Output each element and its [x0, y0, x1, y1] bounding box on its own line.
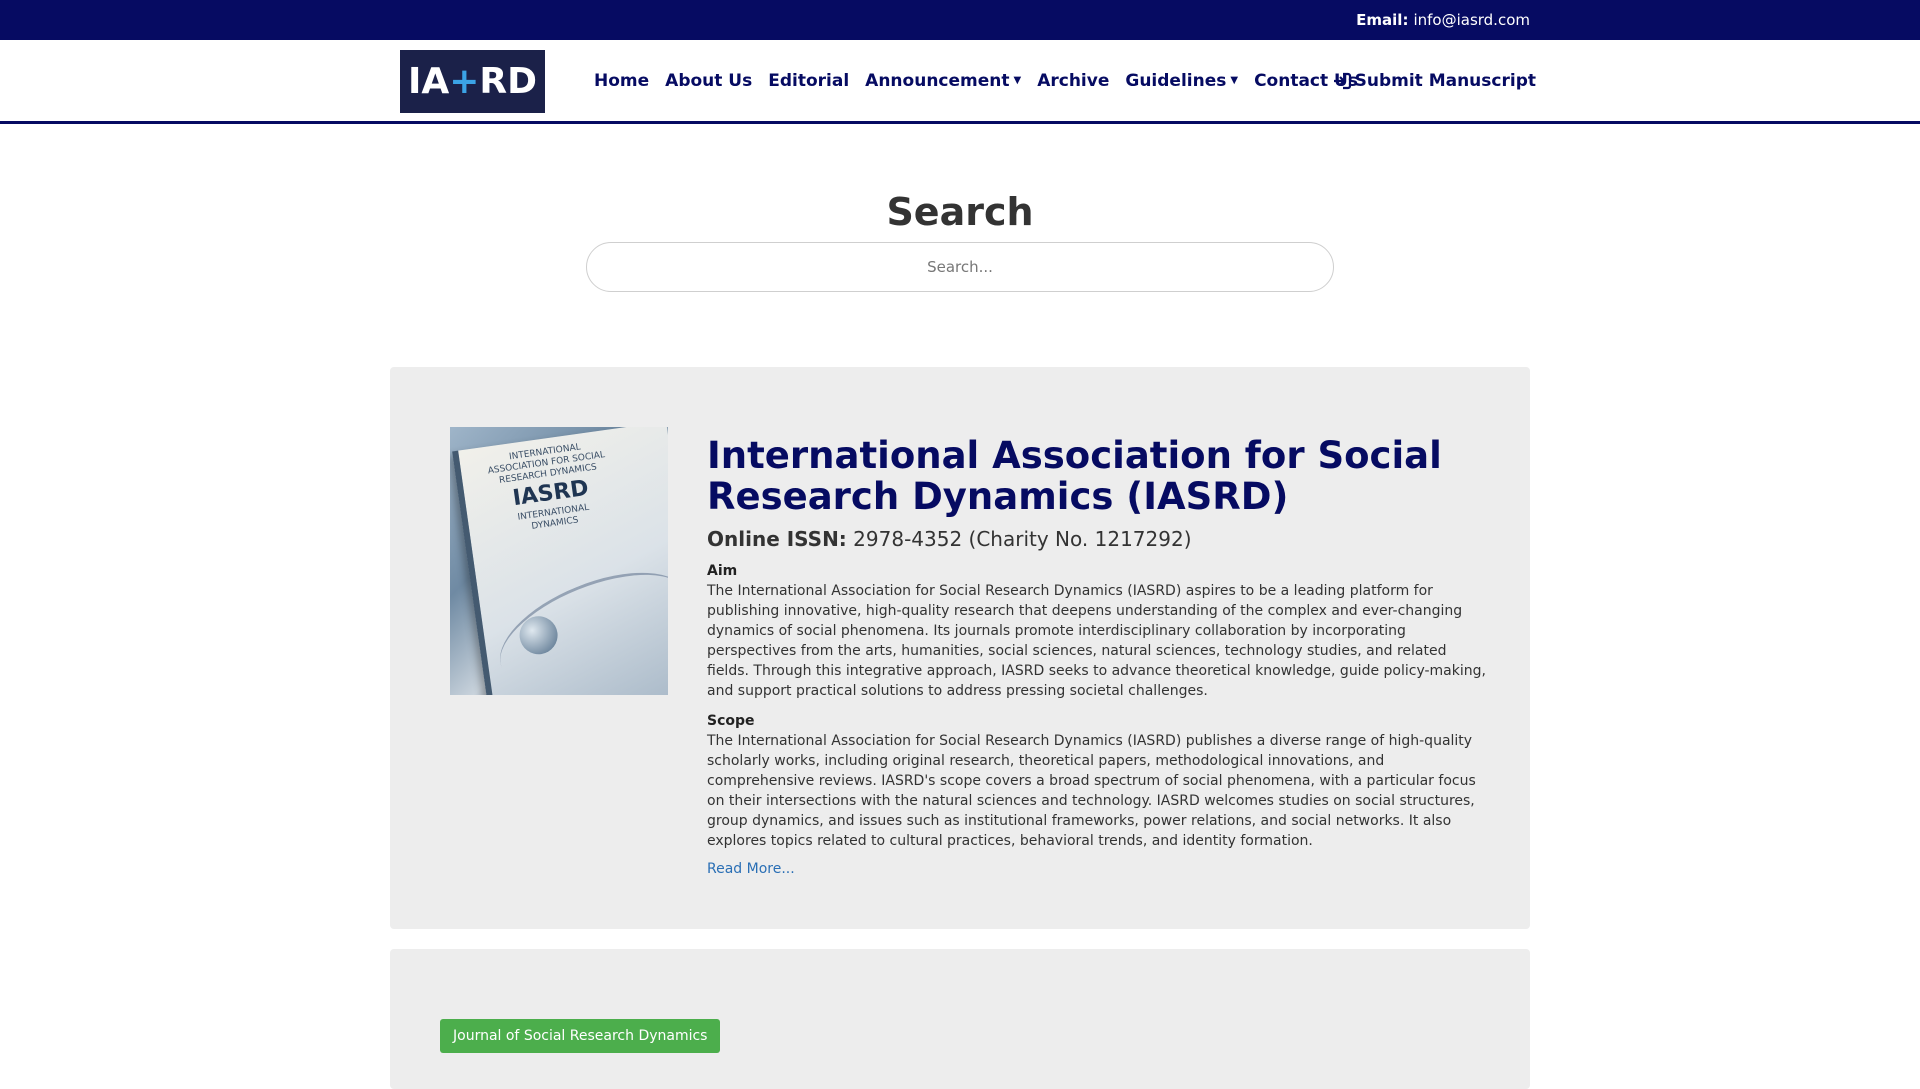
cover-wave	[484, 549, 668, 695]
association-card: INTERNATIONAL ASSOCIATION FOR SOCIAL RES…	[390, 367, 1530, 929]
nav-guidelines-label: Guidelines	[1125, 70, 1227, 91]
cover-text: INTERNATIONAL ASSOCIATION FOR SOCIAL RES…	[485, 439, 615, 538]
nav-guidelines[interactable]: Guidelines ▼	[1125, 71, 1238, 91]
association-title: International Association for Social Res…	[707, 434, 1442, 518]
logo-text-b: RD	[479, 61, 538, 102]
site-logo[interactable]: IA + RD	[400, 50, 545, 113]
submit-manuscript-label: Submit Manuscript	[1354, 70, 1536, 91]
submit-manuscript-button[interactable]: Submit Manuscript	[1332, 40, 1536, 121]
nav-announcement-label: Announcement	[865, 70, 1010, 91]
chevron-down-icon: ▼	[1013, 75, 1022, 86]
nav-menu: Home About Us Editorial Announcement ▼ Ar…	[594, 40, 1358, 121]
read-more-link[interactable]: Read More...	[707, 861, 795, 877]
journal-cover-image: INTERNATIONAL ASSOCIATION FOR SOCIAL RES…	[450, 427, 668, 695]
aim-text: The International Association for Social…	[707, 583, 1486, 699]
journal-tag-button[interactable]: Journal of Social Research Dynamics	[440, 1019, 721, 1053]
email-label: Email:	[1356, 11, 1409, 29]
journal-card: Journal of Social Research Dynamics	[390, 949, 1530, 1089]
nav-archive[interactable]: Archive	[1037, 71, 1109, 91]
nav-about-us[interactable]: About Us	[665, 71, 752, 91]
card-body: International Association for Social Res…	[707, 435, 1487, 877]
nav-home[interactable]: Home	[594, 71, 649, 91]
search-heading: Search	[886, 190, 1034, 234]
scope-text: The International Association for Social…	[707, 733, 1476, 849]
top-contact-bar: Email: info@iasrd.com	[0, 0, 1920, 40]
scope-heading: Scope	[707, 713, 755, 729]
nav-announcement[interactable]: Announcement ▼	[865, 71, 1021, 91]
issn-value: 2978-4352 (Charity No. 1217292)	[853, 527, 1192, 551]
chevron-down-icon: ▼	[1230, 75, 1239, 86]
search-container	[0, 242, 1920, 292]
sign-in-icon	[1333, 72, 1351, 89]
aim-heading: Aim	[707, 563, 738, 579]
search-input[interactable]	[586, 242, 1334, 292]
issn-label: Online ISSN:	[707, 527, 847, 551]
issn-line: Online ISSN: 2978-4352 (Charity No. 1217…	[707, 527, 1487, 551]
nav-editorial[interactable]: Editorial	[768, 71, 849, 91]
logo-plus-icon: +	[449, 61, 480, 102]
main-navbar: IA + RD Home About Us Editorial Announceme…	[0, 40, 1920, 124]
logo-text-a: IA	[407, 61, 450, 102]
email-link[interactable]: info@iasrd.com	[1413, 11, 1530, 29]
